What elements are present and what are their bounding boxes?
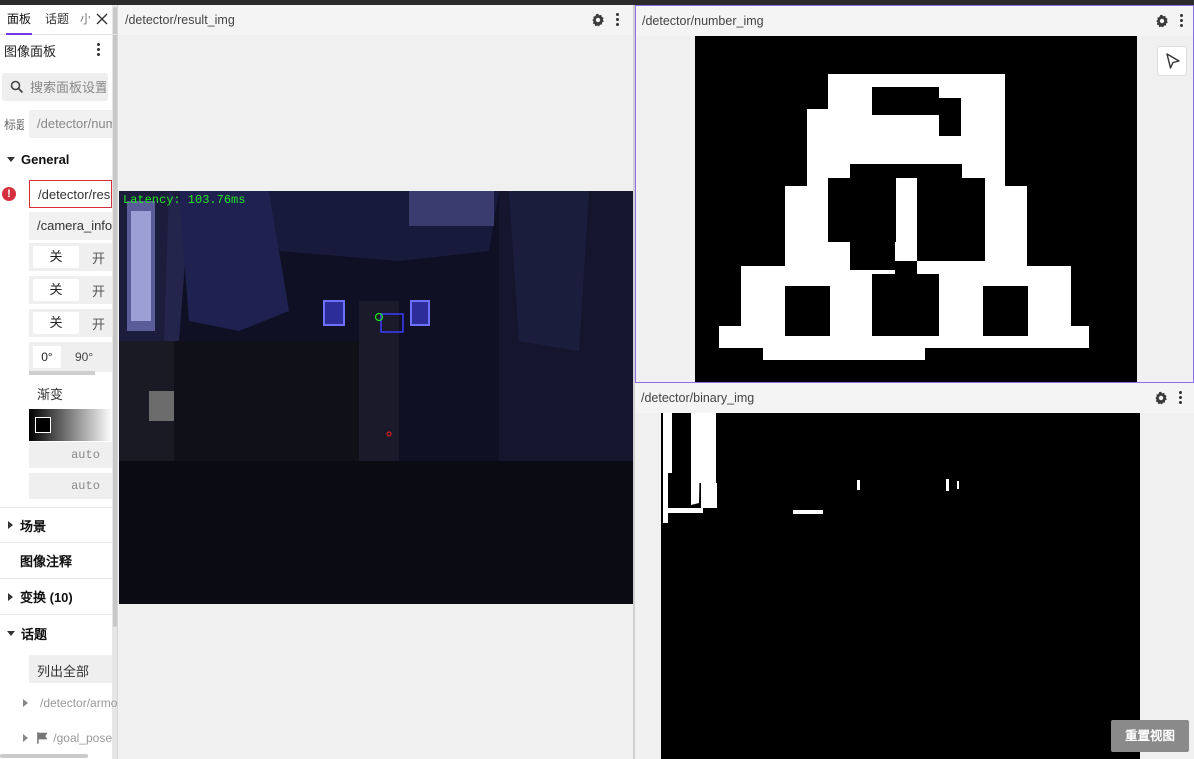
number-image-canvas	[695, 36, 1137, 382]
toggle-3-on[interactable]: 关	[33, 312, 79, 334]
toggle-2-off[interactable]: 开	[92, 281, 105, 300]
kebab-icon[interactable]	[97, 43, 101, 57]
chevron-right-icon	[23, 734, 28, 742]
section-transforms-label: 变换 (10)	[20, 590, 73, 605]
min-value-input[interactable]: auto	[29, 442, 112, 468]
section-topics-label: 话题	[21, 626, 48, 642]
tree-item[interactable]: /goal_pose	[0, 723, 112, 753]
search-icon	[10, 80, 24, 94]
color-mode-select[interactable]: 渐变	[29, 378, 112, 406]
panel-title: 图像面板	[4, 43, 57, 59]
toggle-1-on[interactable]: 关	[33, 246, 79, 268]
reset-view-button[interactable]: 重置视图	[1111, 720, 1189, 752]
tree-item-label: /goal_pose	[53, 731, 112, 745]
chevron-right-icon	[8, 592, 13, 601]
result-image-canvas	[119, 191, 634, 604]
flag-icon	[37, 732, 48, 744]
section-annotations[interactable]: 图像注释	[0, 543, 112, 579]
result-image[interactable]: Latency: 103.76ms	[119, 191, 634, 604]
scroll-thumb[interactable]	[113, 7, 117, 627]
section-scene[interactable]: 场景	[0, 507, 112, 543]
latency-label: Latency: 103.76ms	[123, 193, 246, 207]
section-general[interactable]: General	[0, 141, 112, 177]
topic-row: 标题 /detector/number_img	[0, 110, 112, 138]
section-topics[interactable]: 话题	[0, 615, 112, 651]
topic-field[interactable]: /detector/number_img	[29, 110, 112, 138]
toggle-3-off[interactable]: 开	[92, 314, 105, 333]
kebab-icon[interactable]	[616, 13, 620, 27]
rotation-scrollbar[interactable]	[29, 371, 95, 375]
toggle-1[interactable]: 关 开	[29, 243, 112, 271]
toggle-3[interactable]: 关 开	[29, 309, 112, 337]
tab-more[interactable]: 小	[76, 5, 90, 35]
close-icon[interactable]	[95, 12, 109, 26]
chevron-down-icon	[7, 156, 15, 162]
gear-icon[interactable]	[1154, 391, 1168, 405]
list-all-button[interactable]: 列出全部	[29, 655, 112, 683]
search-box[interactable]	[2, 73, 108, 101]
panel-title: /detector/number_img	[636, 6, 1193, 36]
result-image-panel: /detector/result_img Latency: 103.76ms	[119, 5, 634, 759]
cursor-button[interactable]	[1157, 46, 1187, 76]
panel-title: /detector/result_img	[119, 5, 633, 35]
number-image-panel: /detector/number_img	[635, 5, 1194, 383]
calibration-topic-field[interactable]: /camera_info	[29, 212, 112, 240]
section-scene-label: 场景	[20, 518, 47, 534]
toggle-2[interactable]: 关 开	[29, 276, 112, 304]
cursor-icon	[1166, 53, 1180, 69]
gradient-picker[interactable]	[29, 409, 112, 441]
section-annotations-label: 图像注释	[20, 554, 73, 569]
topic-label: 标题	[4, 118, 24, 132]
toggle-2-on[interactable]: 关	[33, 279, 79, 301]
kebab-icon[interactable]	[1179, 391, 1183, 405]
tree-item[interactable]: /detector/armors	[0, 688, 117, 718]
panel-title-row: 图像面板	[0, 35, 117, 65]
image-topic-field[interactable]: /detector/result_img	[29, 180, 112, 208]
binary-image-canvas	[661, 413, 1140, 759]
sidebar-tabs: 面板 话题 小	[0, 5, 117, 35]
binary-image[interactable]	[661, 413, 1140, 759]
search-input[interactable]	[30, 79, 106, 95]
chevron-right-icon	[23, 699, 28, 707]
gear-icon[interactable]	[591, 13, 605, 27]
kebab-icon[interactable]	[1180, 14, 1184, 28]
sidebar-hscroll[interactable]	[0, 754, 88, 758]
number-image[interactable]	[695, 36, 1137, 382]
panel-title: /detector/binary_img	[635, 383, 1194, 413]
toggle-1-off[interactable]: 开	[92, 248, 105, 267]
chevron-right-icon	[8, 521, 13, 529]
section-transforms[interactable]: 变换 (10)	[0, 579, 112, 615]
sidebar-scrollbar[interactable]	[112, 5, 117, 759]
settings-sidebar: 面板 话题 小 图像面板 标题 /detector/number_img Gen…	[0, 5, 118, 759]
tree-item-label: /detector/armors	[40, 696, 118, 710]
color-swatch[interactable]	[35, 417, 51, 433]
max-value-input[interactable]: auto	[29, 473, 112, 499]
chevron-down-icon	[7, 630, 15, 636]
rotation-90[interactable]: 90°	[75, 350, 93, 364]
tab-panels[interactable]: 面板	[0, 5, 38, 35]
section-general-label: General	[21, 151, 70, 167]
tab-topics[interactable]: 话题	[38, 5, 76, 35]
gear-icon[interactable]	[1155, 14, 1169, 28]
rotation-selector[interactable]: 0° 90°	[29, 342, 112, 372]
error-icon: !	[2, 187, 16, 201]
rotation-0[interactable]: 0°	[33, 346, 61, 368]
